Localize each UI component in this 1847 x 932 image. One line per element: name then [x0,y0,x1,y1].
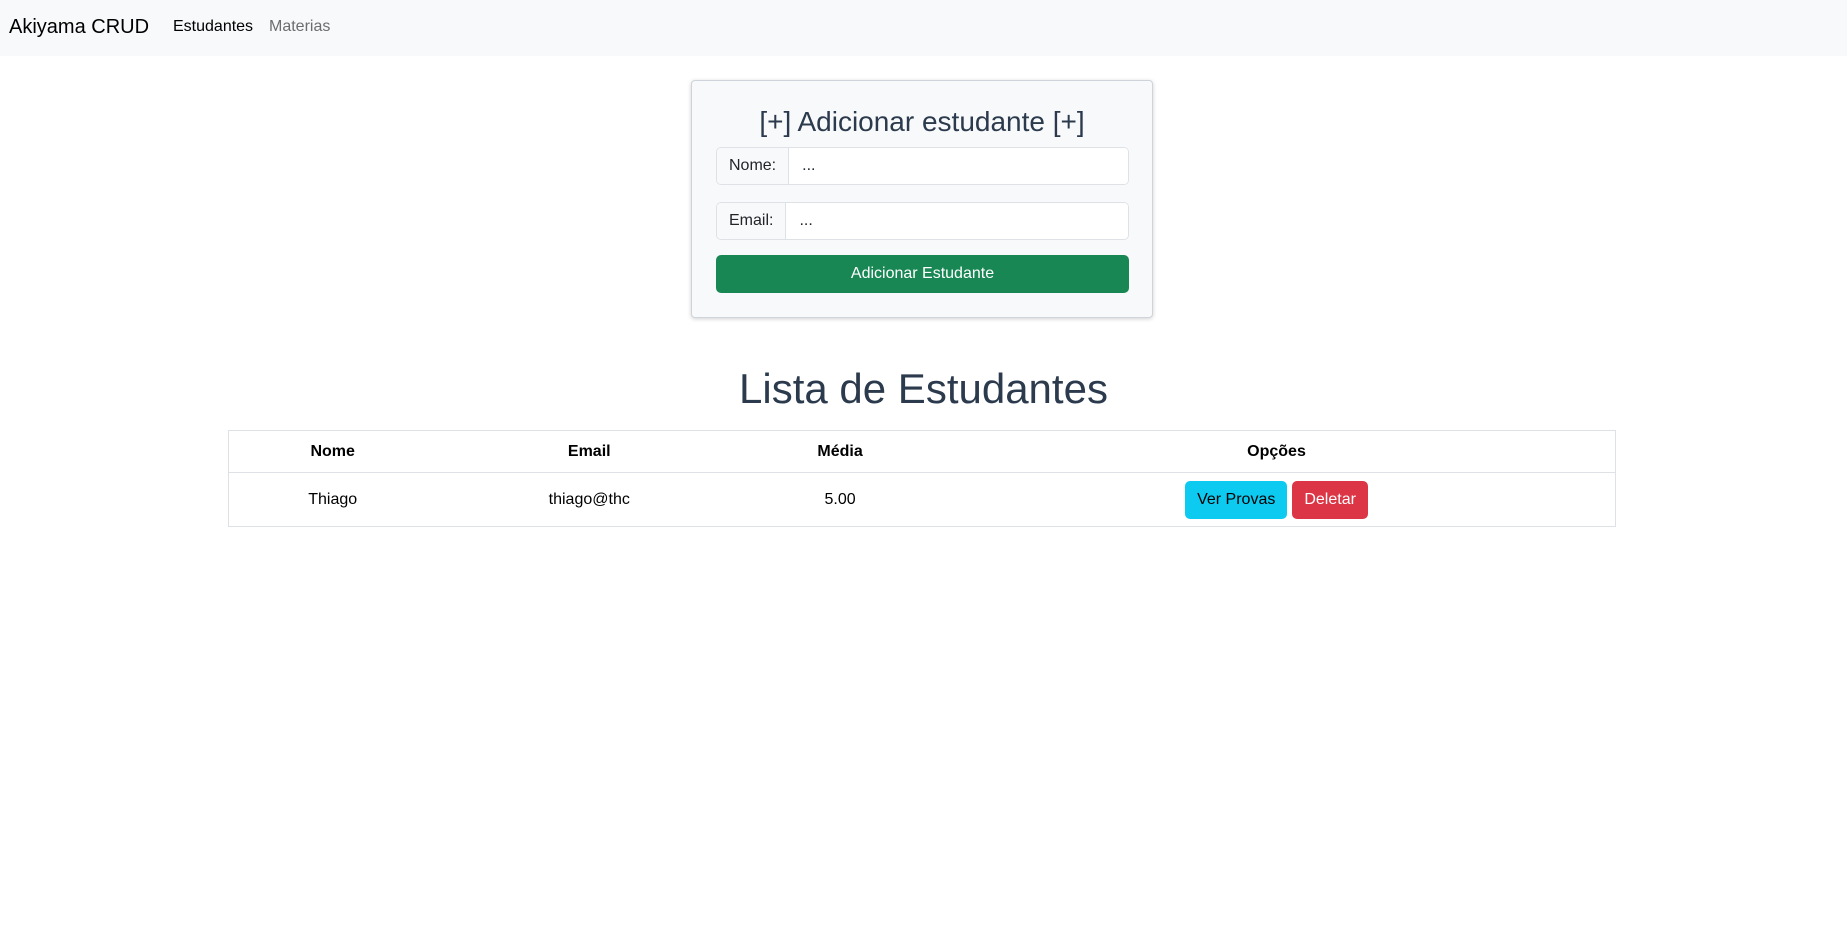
column-header-nome: Nome [228,430,437,473]
email-input[interactable] [786,203,1128,239]
add-student-button[interactable]: Adicionar Estudante [716,255,1129,293]
cell-opcoes: Ver Provas Deletar [938,472,1616,527]
cell-email: thiago@thc [436,472,743,527]
form-title: [+] Adicionar estudante [+] [759,106,1085,137]
column-header-email: Email [436,430,743,473]
navbar-brand[interactable]: Akiyama CRUD [9,15,149,39]
nome-input[interactable] [789,148,1128,184]
student-list-title: Lista de Estudantes [739,365,1108,412]
add-student-form: [+] Adicionar estudante [+] Nome: Email:… [691,80,1153,318]
nome-input-group: Nome: [716,147,1129,185]
table-row: Thiago thiago@thc 5.00 Ver Provas Deletar [228,472,1616,527]
email-label: Email: [717,203,787,239]
email-input-group: Email: [716,202,1129,240]
view-exams-button[interactable]: Ver Provas [1185,480,1288,519]
cell-media: 5.00 [742,472,939,527]
nome-label: Nome: [717,148,790,184]
students-table: Nome Email Média Opções Thiago thiago@th… [228,430,1616,527]
table-header-row: Nome Email Média Opções [228,430,1616,473]
navbar: Akiyama CRUD Estudantes Materias [0,0,1847,56]
nav-link-materias[interactable]: Materias [269,17,330,37]
delete-student-button[interactable]: Deletar [1292,480,1368,519]
column-header-opcoes: Opções [938,430,1616,473]
cell-nome: Thiago [228,472,437,527]
nav-link-estudantes[interactable]: Estudantes [173,17,253,37]
column-header-media: Média [742,430,939,473]
